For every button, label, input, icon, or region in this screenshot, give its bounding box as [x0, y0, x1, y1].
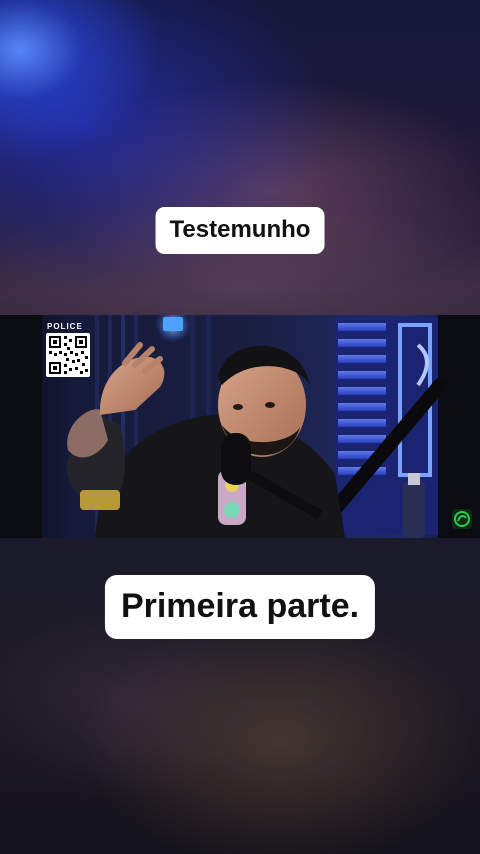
title-caption: Testemunho [155, 207, 325, 254]
subtitle-caption: Primeira parte. [104, 575, 376, 639]
qr-code-icon [46, 333, 90, 377]
reel-screen: Testemunho POLICE Primeira parte. [0, 0, 480, 854]
channel-logo-icon[interactable] [452, 509, 472, 529]
brand-label: POLICE [47, 322, 83, 331]
